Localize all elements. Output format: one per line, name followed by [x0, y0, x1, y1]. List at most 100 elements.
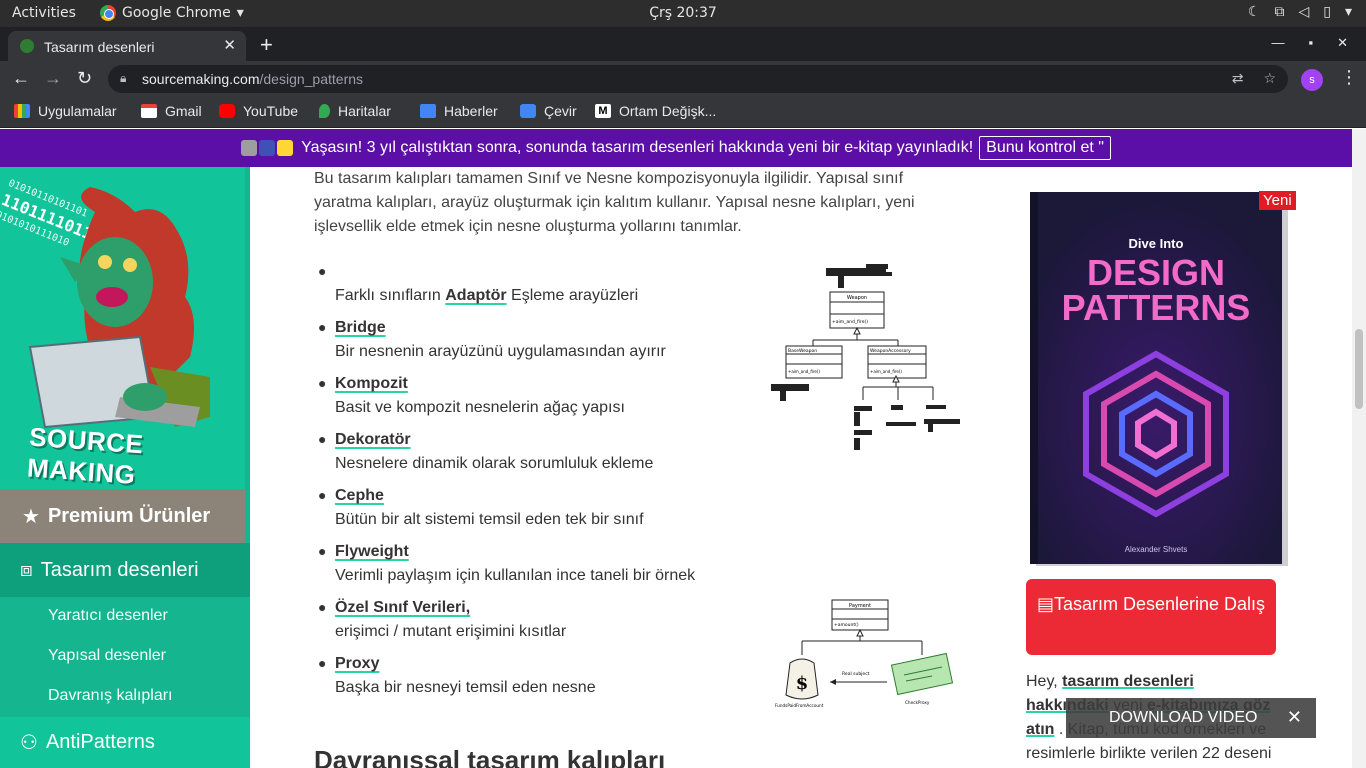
os-top-bar: Activities Google Chrome ▾ Çrş 20:37 ☾ ⧉…	[0, 0, 1366, 27]
proxy-diagram: Payment +amount() $ Real subject FundsPa…	[775, 599, 954, 708]
diagram-label: CheckProxy	[905, 700, 930, 705]
browser-toolbar: ← → ↻ 🔒︎ sourcemaking.com/design_pattern…	[0, 61, 1366, 97]
system-tray[interactable]: ☾ ⧉ ◁ ▯ ▾	[1248, 4, 1352, 20]
book-icon: ▤	[1036, 594, 1054, 614]
pattern-link-flyweight[interactable]: Flyweight	[335, 543, 409, 561]
tab-strip: Tasarım desenleri ✕ + — ▪ ✕	[0, 27, 1366, 61]
bookmark-youtube[interactable]: YouTube	[219, 103, 298, 119]
book-cover-image: Dive Into DESIGN PATTERNS Alexander Shve…	[1030, 192, 1288, 566]
sidebar-subitem-creational[interactable]: Yaratıcı desenler	[48, 607, 168, 625]
translate-icon[interactable]: ⇄	[1232, 70, 1244, 87]
download-video-overlay[interactable]: DOWNLOAD VIDEO ✕	[1066, 698, 1316, 738]
close-window-icon[interactable]: ✕	[1337, 35, 1348, 51]
bullet-icon: ●	[318, 375, 327, 391]
reload-button[interactable]: ↻	[77, 68, 92, 89]
pattern-desc: Başka bir nesneyi temsil eden nesne	[335, 679, 596, 696]
close-icon[interactable]: ✕	[1287, 707, 1302, 728]
window-controls: — ▪ ✕	[1271, 35, 1348, 51]
scrollbar-thumb[interactable]	[1355, 329, 1363, 409]
minimize-icon[interactable]: —	[1271, 35, 1284, 51]
bookmark-gmail[interactable]: Gmail	[141, 103, 202, 119]
pattern-desc: Bütün bir alt sistemi temsil eden tek bi…	[335, 511, 644, 528]
diagram-label: BaseWeapon	[788, 348, 817, 354]
puzzle-icon: ⧈	[20, 558, 33, 581]
bookmark-maps[interactable]: Haritalar	[319, 103, 391, 119]
robot-icon	[241, 140, 258, 156]
intro-paragraph: Bu tasarım kalıpları tamamen Sınıf ve Ne…	[314, 170, 915, 235]
main-content: Bu tasarım kalıpları tamamen Sınıf ve Ne…	[250, 167, 1352, 768]
pattern-link-composite[interactable]: Kompozit	[335, 375, 408, 393]
sidebar-item-antipatterns[interactable]: ⚇ AntiPatterns	[0, 717, 250, 768]
new-badge: Yeni	[1259, 191, 1296, 210]
youtube-icon	[219, 104, 235, 118]
sidebar-subitem-behavioral[interactable]: Davranış kalıpları	[48, 687, 173, 705]
sidebar-item-premium[interactable]: ★ Premium Ürünler	[0, 489, 245, 543]
apps-grid-icon	[14, 104, 30, 118]
dollar-icon: $	[796, 673, 809, 694]
bookmark-star-icon[interactable]: ☆	[1263, 70, 1276, 87]
battery-icon: ▯	[1323, 4, 1331, 20]
volume-icon: ◁	[1298, 4, 1310, 20]
book-icon	[259, 140, 276, 156]
sidebar: 01010110101101 1101111011 0101010111010 …	[0, 167, 250, 768]
medium-icon: M	[595, 104, 611, 118]
lock-icon[interactable]: 🔒︎	[120, 71, 126, 86]
sidebar-item-design-patterns[interactable]: ⧈ Tasarım desenleri	[0, 543, 250, 597]
pattern-link-decorator[interactable]: Dekoratör	[335, 431, 411, 449]
profile-avatar[interactable]: s	[1301, 69, 1323, 91]
sidebar-subitem-structural[interactable]: Yapısal desenler	[48, 647, 166, 665]
pattern-link-proxy[interactable]: Proxy	[335, 655, 379, 673]
bullet-icon: ●	[318, 487, 327, 503]
pattern-link-adapter[interactable]: Adaptör	[445, 287, 506, 304]
diagram-label: FundsPaidFromAccount	[775, 703, 824, 708]
diagram-label: WeaponAccessory	[870, 348, 911, 354]
site-favicon-icon	[20, 39, 34, 53]
network-icon: ⧉	[1274, 4, 1285, 20]
party-icon	[277, 140, 294, 156]
pattern-desc: Verimli paylaşım için kullanılan ince ta…	[335, 567, 696, 584]
diagram-label: Real subject	[842, 671, 870, 677]
pattern-desc: Nesnelere dinamik olarak sorumluluk ekle…	[335, 455, 654, 472]
dive-into-design-patterns-button[interactable]: ▤Tasarım Desenlerine Dalış	[1026, 579, 1276, 655]
page-scrollbar[interactable]	[1352, 129, 1366, 768]
diagram-label: +aim_and_fire()	[870, 369, 902, 374]
download-video-label[interactable]: DOWNLOAD VIDEO	[1109, 709, 1257, 727]
url-text: sourcemaking.com/design_patterns	[142, 71, 364, 87]
site-logo[interactable]: 01010110101101 1101111011 0101010111010 …	[0, 167, 245, 489]
banner-cta-button[interactable]: Bunu kontrol et "	[979, 136, 1111, 160]
clock[interactable]: Çrş 20:37	[0, 5, 1366, 21]
pattern-link-facade[interactable]: Cephe	[335, 487, 384, 505]
forward-button[interactable]: →	[44, 68, 62, 89]
diagram-label: +aim_and_fire()	[788, 369, 820, 374]
ebook-cover[interactable]: Dive Into DESIGN PATTERNS Alexander Shve…	[1030, 192, 1292, 568]
new-tab-button[interactable]: +	[260, 32, 273, 58]
bookmark-env[interactable]: M Ortam Değişk...	[595, 103, 716, 119]
pattern-link-bridge[interactable]: Bridge	[335, 319, 386, 337]
bullet-icon: ●	[318, 319, 327, 335]
star-icon: ★	[22, 505, 40, 528]
decorator-diagram: Weapon +aim_and_fire() BaseWeapon +aim_a…	[771, 264, 960, 450]
emoji-icons	[241, 140, 294, 156]
diagram-label: Payment	[849, 603, 871, 609]
pattern-link-private-class-data[interactable]: Özel Sınıf Verileri,	[335, 599, 470, 617]
bookmark-apps[interactable]: Uygulamalar	[14, 103, 117, 119]
promo-banner: Yaşasın! 3 yıl çalıştıktan sonra, sonund…	[0, 129, 1352, 167]
night-light-icon: ☾	[1247, 4, 1261, 20]
bookmark-translate[interactable]: Çevir	[520, 103, 577, 119]
close-tab-icon[interactable]: ✕	[223, 36, 236, 54]
back-button[interactable]: ←	[12, 68, 30, 89]
news-icon	[420, 104, 436, 118]
bullet-icon: ●	[318, 599, 327, 615]
translate-icon	[520, 104, 536, 118]
bullet-icon: ●	[318, 655, 327, 671]
chrome-menu-icon[interactable]: ⋮	[1340, 67, 1358, 88]
bullet-icon: ●	[318, 543, 327, 559]
maximize-icon[interactable]: ▪	[1308, 35, 1313, 51]
address-bar[interactable]: 🔒︎ sourcemaking.com/design_patterns ⇄ ☆	[108, 65, 1288, 93]
bullet-icon: ●	[318, 263, 327, 279]
banner-text: Yaşasın! 3 yıl çalıştıktan sonra, sonund…	[301, 139, 974, 156]
tab-active[interactable]: Tasarım desenleri ✕	[8, 31, 246, 61]
pattern-desc: Farklı sınıfların Adaptör Eşleme arayüzl…	[335, 287, 639, 304]
diagram-label: +amount()	[834, 622, 859, 628]
bookmark-news[interactable]: Haberler	[420, 103, 498, 119]
